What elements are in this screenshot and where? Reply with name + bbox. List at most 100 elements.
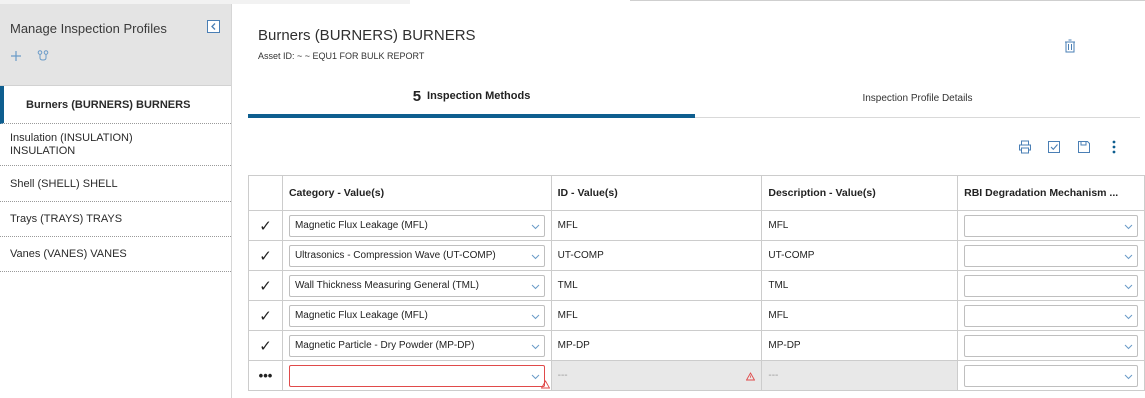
select-all-button[interactable]: [1047, 139, 1061, 155]
description-cell[interactable]: MFL: [761, 210, 959, 241]
chevron-down-icon: [531, 314, 539, 319]
tab-bar: 5 Inspection Methods Inspection Profile …: [248, 78, 1140, 118]
sidebar-item-label: Insulation (INSULATION) INSULATION: [10, 131, 133, 157]
tab-label: Inspection Profile Details: [862, 92, 973, 104]
sidebar-item-burners[interactable]: Burners (BURNERS) BURNERS: [0, 86, 231, 124]
chevron-down-icon: [1124, 314, 1133, 319]
page-title: Burners (BURNERS) BURNERS: [258, 27, 476, 44]
id-cell[interactable]: UT-COMP: [550, 240, 763, 271]
table-row[interactable]: ✓ Ultrasonics - Compression Wave (UT-COM…: [248, 240, 1145, 271]
category-value: Magnetic Particle - Dry Powder (MP-DP): [294, 340, 475, 351]
description-cell[interactable]: TML: [761, 270, 959, 301]
column-header-id[interactable]: ID - Value(s): [550, 175, 763, 211]
check-square-icon: [1048, 141, 1060, 153]
more-vertical-icon: [1112, 140, 1116, 154]
column-header-rbi-degradation[interactable]: RBI Degradation Mechanism ...: [957, 175, 1145, 211]
rbi-degradation-dropdown[interactable]: [964, 304, 1138, 327]
sidebar-header: Manage Inspection Profiles: [0, 4, 231, 86]
category-dropdown[interactable]: Ultrasonics - Compression Wave (UT-COMP): [288, 244, 545, 267]
row-check-icon[interactable]: ✓: [248, 330, 283, 361]
tab-inspection-methods[interactable]: 5 Inspection Methods: [248, 78, 695, 118]
category-value: Magnetic Flux Leakage (MFL): [294, 310, 428, 321]
add-profile-button[interactable]: [9, 49, 23, 63]
header-select-cell: [248, 175, 283, 211]
row-check-icon[interactable]: ✓: [248, 300, 283, 331]
row-check-icon[interactable]: ✓: [248, 270, 283, 301]
chevron-down-icon: [1124, 224, 1133, 229]
row-check-icon[interactable]: ✓: [248, 210, 283, 241]
warning-icon: [746, 372, 756, 381]
id-cell[interactable]: MFL: [550, 300, 763, 331]
description-cell[interactable]: MP-DP: [761, 330, 959, 361]
trash-icon: [1065, 39, 1075, 53]
warning-icon: [540, 380, 550, 389]
column-header-category[interactable]: Category - Value(s): [281, 175, 552, 211]
category-dropdown-new[interactable]: [288, 364, 545, 387]
chevron-down-icon: [1124, 284, 1133, 289]
delete-button[interactable]: [1064, 39, 1076, 53]
category-value: Magnetic Flux Leakage (MFL): [294, 220, 428, 231]
rbi-degradation-dropdown[interactable]: [964, 334, 1138, 357]
chevron-down-icon: [1124, 374, 1133, 379]
sidebar-item-vanes[interactable]: Vanes (VANES) VANES: [0, 237, 231, 272]
category-value: Wall Thickness Measuring General (TML): [294, 280, 479, 291]
table-row[interactable]: ✓ Magnetic Flux Leakage (MFL) MFL MFL: [248, 300, 1145, 331]
sidebar-item-label: Shell (SHELL) SHELL: [10, 177, 118, 190]
category-dropdown[interactable]: Wall Thickness Measuring General (TML): [288, 274, 545, 297]
tab-label: Inspection Methods: [427, 90, 531, 102]
column-header-description[interactable]: Description - Value(s): [761, 175, 959, 211]
rbi-degradation-dropdown[interactable]: [964, 274, 1138, 297]
row-check-icon[interactable]: ✓: [248, 240, 283, 271]
print-button[interactable]: [1018, 139, 1032, 155]
collapse-icon: [211, 23, 216, 30]
save-button[interactable]: [1077, 139, 1091, 155]
chevron-down-icon: [531, 374, 539, 379]
new-row-marker[interactable]: •••: [248, 360, 283, 391]
category-dropdown[interactable]: Magnetic Flux Leakage (MFL): [288, 214, 545, 237]
grid-header-row: Category - Value(s) ID - Value(s) Descri…: [248, 175, 1145, 211]
table-row[interactable]: ✓ Magnetic Flux Leakage (MFL) MFL MFL: [248, 210, 1145, 241]
print-icon: [1019, 140, 1031, 154]
id-cell[interactable]: MFL: [550, 210, 763, 241]
table-row[interactable]: ✓ Magnetic Particle - Dry Powder (MP-DP)…: [248, 330, 1145, 361]
add-icon: [11, 51, 21, 61]
new-row[interactable]: ••• --- ---: [248, 360, 1145, 391]
description-cell-new[interactable]: ---: [761, 360, 959, 391]
sidebar-item-insulation[interactable]: Insulation (INSULATION) INSULATION: [0, 124, 231, 166]
collapse-sidebar-button[interactable]: [207, 20, 220, 33]
category-dropdown[interactable]: Magnetic Particle - Dry Powder (MP-DP): [288, 334, 545, 357]
tab-count: 5: [412, 87, 422, 105]
sidebar-title: Manage Inspection Profiles: [10, 21, 167, 36]
sidebar-item-trays[interactable]: Trays (TRAYS) TRAYS: [0, 202, 231, 237]
rbi-degradation-dropdown[interactable]: [964, 214, 1138, 237]
empty-value: ---: [557, 370, 568, 381]
sidebar-item-label: Burners (BURNERS) BURNERS: [26, 98, 191, 111]
chevron-down-icon: [531, 254, 539, 259]
share-profile-button[interactable]: [36, 49, 50, 63]
id-cell[interactable]: TML: [550, 270, 763, 301]
chevron-down-icon: [531, 284, 539, 289]
sidebar-item-shell[interactable]: Shell (SHELL) SHELL: [0, 166, 231, 202]
category-dropdown[interactable]: Magnetic Flux Leakage (MFL): [288, 304, 545, 327]
rbi-degradation-dropdown[interactable]: [964, 364, 1138, 387]
description-cell[interactable]: UT-COMP: [761, 240, 959, 271]
id-cell[interactable]: MP-DP: [550, 330, 763, 361]
asset-id-label: Asset ID: ~ ~ EQU1 FOR BULK REPORT: [258, 51, 425, 61]
inspection-methods-grid: Category - Value(s) ID - Value(s) Descri…: [248, 175, 1145, 391]
description-cell[interactable]: MFL: [761, 300, 959, 331]
more-options-button[interactable]: [1107, 139, 1121, 155]
id-cell-new[interactable]: ---: [550, 360, 763, 391]
sidebar: Manage Inspection Profiles Burners (BURN…: [0, 4, 232, 398]
save-icon: [1078, 141, 1090, 153]
category-value: Ultrasonics - Compression Wave (UT-COMP): [294, 250, 496, 261]
empty-value: ---: [768, 370, 779, 381]
chevron-down-icon: [1124, 344, 1133, 349]
share-icon: [37, 50, 49, 61]
tab-inspection-profile-details[interactable]: Inspection Profile Details: [695, 78, 1140, 118]
table-row[interactable]: ✓ Wall Thickness Measuring General (TML)…: [248, 270, 1145, 301]
chevron-down-icon: [1124, 254, 1133, 259]
sidebar-item-label: Vanes (VANES) VANES: [10, 248, 127, 260]
rbi-degradation-dropdown[interactable]: [964, 244, 1138, 267]
chevron-down-icon: [531, 344, 539, 349]
sidebar-item-label: Trays (TRAYS) TRAYS: [10, 213, 123, 225]
